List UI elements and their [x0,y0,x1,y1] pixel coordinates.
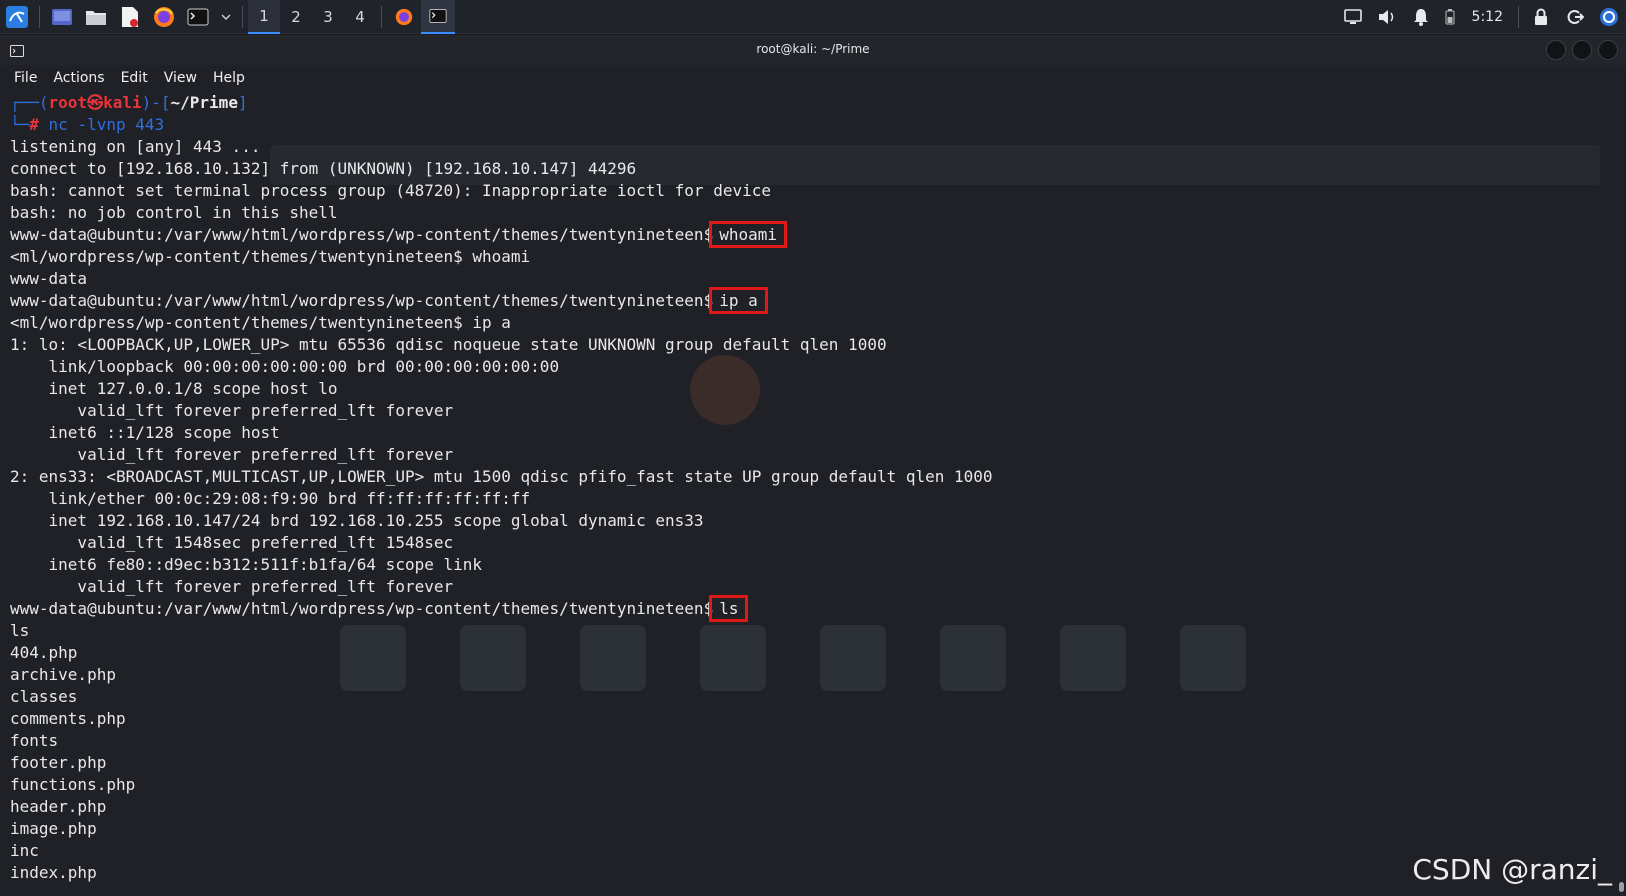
output-line: 1: lo: <LOOPBACK,UP,LOWER_UP> mtu 65536 … [10,335,887,354]
scrollbar-thumb[interactable] [1619,882,1624,892]
highlighted-command-ip: ip a [709,287,768,314]
taskbar: 1 2 3 4 5:12 [0,0,1626,34]
remote-prompt: www-data@ubuntu:/var/www/html/wordpress/… [10,599,714,618]
power-icon[interactable] [1592,0,1626,34]
remote-prompt-line: www-data@ubuntu:/var/www/html/wordpress/… [10,595,1610,622]
terminal-window-button[interactable] [421,0,455,34]
remote-prompt: www-data@ubuntu:/var/www/html/wordpress/… [10,291,714,310]
kali-menu-icon[interactable] [2,2,32,32]
output-line: www-data [10,269,88,288]
remote-prompt-line: www-data@ubuntu:/var/www/html/wordpress/… [10,221,1610,248]
output-line: inet 192.168.10.147/24 brd 192.168.10.25… [10,511,704,530]
display-icon[interactable] [1336,0,1370,34]
terminal-output[interactable]: ┌──(root㉿kali)-[~/Prime] └─# nc -lvnp 44… [0,92,1610,896]
output-line: classes [10,687,78,706]
menu-edit[interactable]: Edit [113,70,156,86]
prompt-command: nc -lvnp 443 [48,115,165,134]
remote-prompt-line: www-data@ubuntu:/var/www/html/wordpress/… [10,287,1610,314]
highlighted-command-whoami: whoami [709,221,787,248]
window-titlebar[interactable]: root@kali: ~/Prime [0,35,1626,65]
volume-icon[interactable] [1370,0,1404,34]
highlighted-command-ls: ls [709,595,749,622]
menu-file[interactable]: File [6,70,45,86]
chevron-down-icon[interactable] [217,2,235,32]
output-line: inc [10,841,39,860]
output-line: valid_lft 1548sec preferred_lft 1548sec [10,533,454,552]
notification-bell-icon[interactable] [1404,0,1438,34]
close-button[interactable] [1598,40,1618,60]
output-line: 404.php [10,643,78,662]
lock-icon[interactable] [1524,0,1558,34]
output-line: header.php [10,797,107,816]
terminal-launcher-icon[interactable] [183,2,213,32]
logout-icon[interactable] [1558,0,1592,34]
output-line: inet6 fe80::d9ec:b312:511f:b1fa/64 scope… [10,555,483,574]
menu-view[interactable]: View [156,70,205,86]
output-line: 2: ens33: <BROADCAST,MULTICAST,UP,LOWER_… [10,467,993,486]
window-title: root@kali: ~/Prime [756,42,870,56]
prompt-command-line: └─# nc -lvnp 443 [10,115,165,134]
output-line: valid_lft forever preferred_lft forever [10,445,454,464]
output-line: listening on [any] 443 ... [10,137,261,156]
remote-prompt: www-data@ubuntu:/var/www/html/wordpress/… [10,225,714,244]
workspace-3[interactable]: 3 [312,0,344,34]
clock[interactable]: 5:12 [1462,9,1513,25]
output-line: comments.php [10,709,126,728]
terminal-window: root@kali: ~/Prime File Actions Edit Vie… [0,35,1626,896]
prompt-header-line: ┌──(root㉿kali)-[~/Prime] [10,93,248,112]
text-editor-icon[interactable] [115,2,145,32]
workspace-4[interactable]: 4 [344,0,376,34]
output-line: inet 127.0.0.1/8 scope host lo [10,379,338,398]
echo-command: whoami [472,247,531,266]
output-line: functions.php [10,775,136,794]
output-line: valid_lft forever preferred_lft forever [10,577,454,596]
desktop-icon[interactable] [47,2,77,32]
output-line: bash: no job control in this shell [10,203,338,222]
output-line: inet6 ::1/128 scope host [10,423,280,442]
battery-icon[interactable] [1438,0,1462,34]
prompt-dir: ~/Prime [170,93,238,112]
menu-actions[interactable]: Actions [45,70,112,86]
echo-command: ip a [472,313,511,332]
echo-prompt: <ml/wordpress/wp-content/themes/twentyni… [10,247,463,266]
firefox-window-button[interactable] [387,0,421,34]
output-line: archive.php [10,665,116,684]
output-line: valid_lft forever preferred_lft forever [10,401,454,420]
output-line: footer.php [10,753,107,772]
firefox-icon[interactable] [149,2,179,32]
prompt-user: root㉿kali [48,93,142,112]
output-line: bash: cannot set terminal process group … [10,181,771,200]
output-line: link/ether 00:0c:29:08:f9:90 brd ff:ff:f… [10,489,531,508]
taskbar-separator [242,5,243,28]
watermark: CSDN @ranzi_ [1412,853,1612,886]
output-line: link/loopback 00:00:00:00:00:00 brd 00:0… [10,357,560,376]
echo-prompt: <ml/wordpress/wp-content/themes/twentyni… [10,313,463,332]
file-manager-icon[interactable] [81,2,111,32]
system-tray: 5:12 [1336,0,1626,34]
workspace-2[interactable]: 2 [280,0,312,34]
maximize-button[interactable] [1572,40,1592,60]
echo-line: <ml/wordpress/wp-content/themes/twentyni… [10,312,1610,334]
terminal-scrollbar[interactable] [1618,92,1624,892]
output-line: fonts [10,731,59,750]
menu-bar: File Actions Edit View Help [0,65,1626,91]
taskbar-separator [39,5,40,28]
workspace-1[interactable]: 1 [248,0,280,34]
taskbar-separator [381,5,382,28]
output-line: ls [10,621,30,640]
window-controls [1546,40,1618,60]
echo-line: <ml/wordpress/wp-content/themes/twentyni… [10,246,1610,268]
menu-help[interactable]: Help [205,70,253,86]
minimize-button[interactable] [1546,40,1566,60]
output-line: image.php [10,819,97,838]
output-line: index.php [10,863,97,882]
tray-separator [1518,6,1519,28]
output-line: connect to [192.168.10.132] from (UNKNOW… [10,159,637,178]
